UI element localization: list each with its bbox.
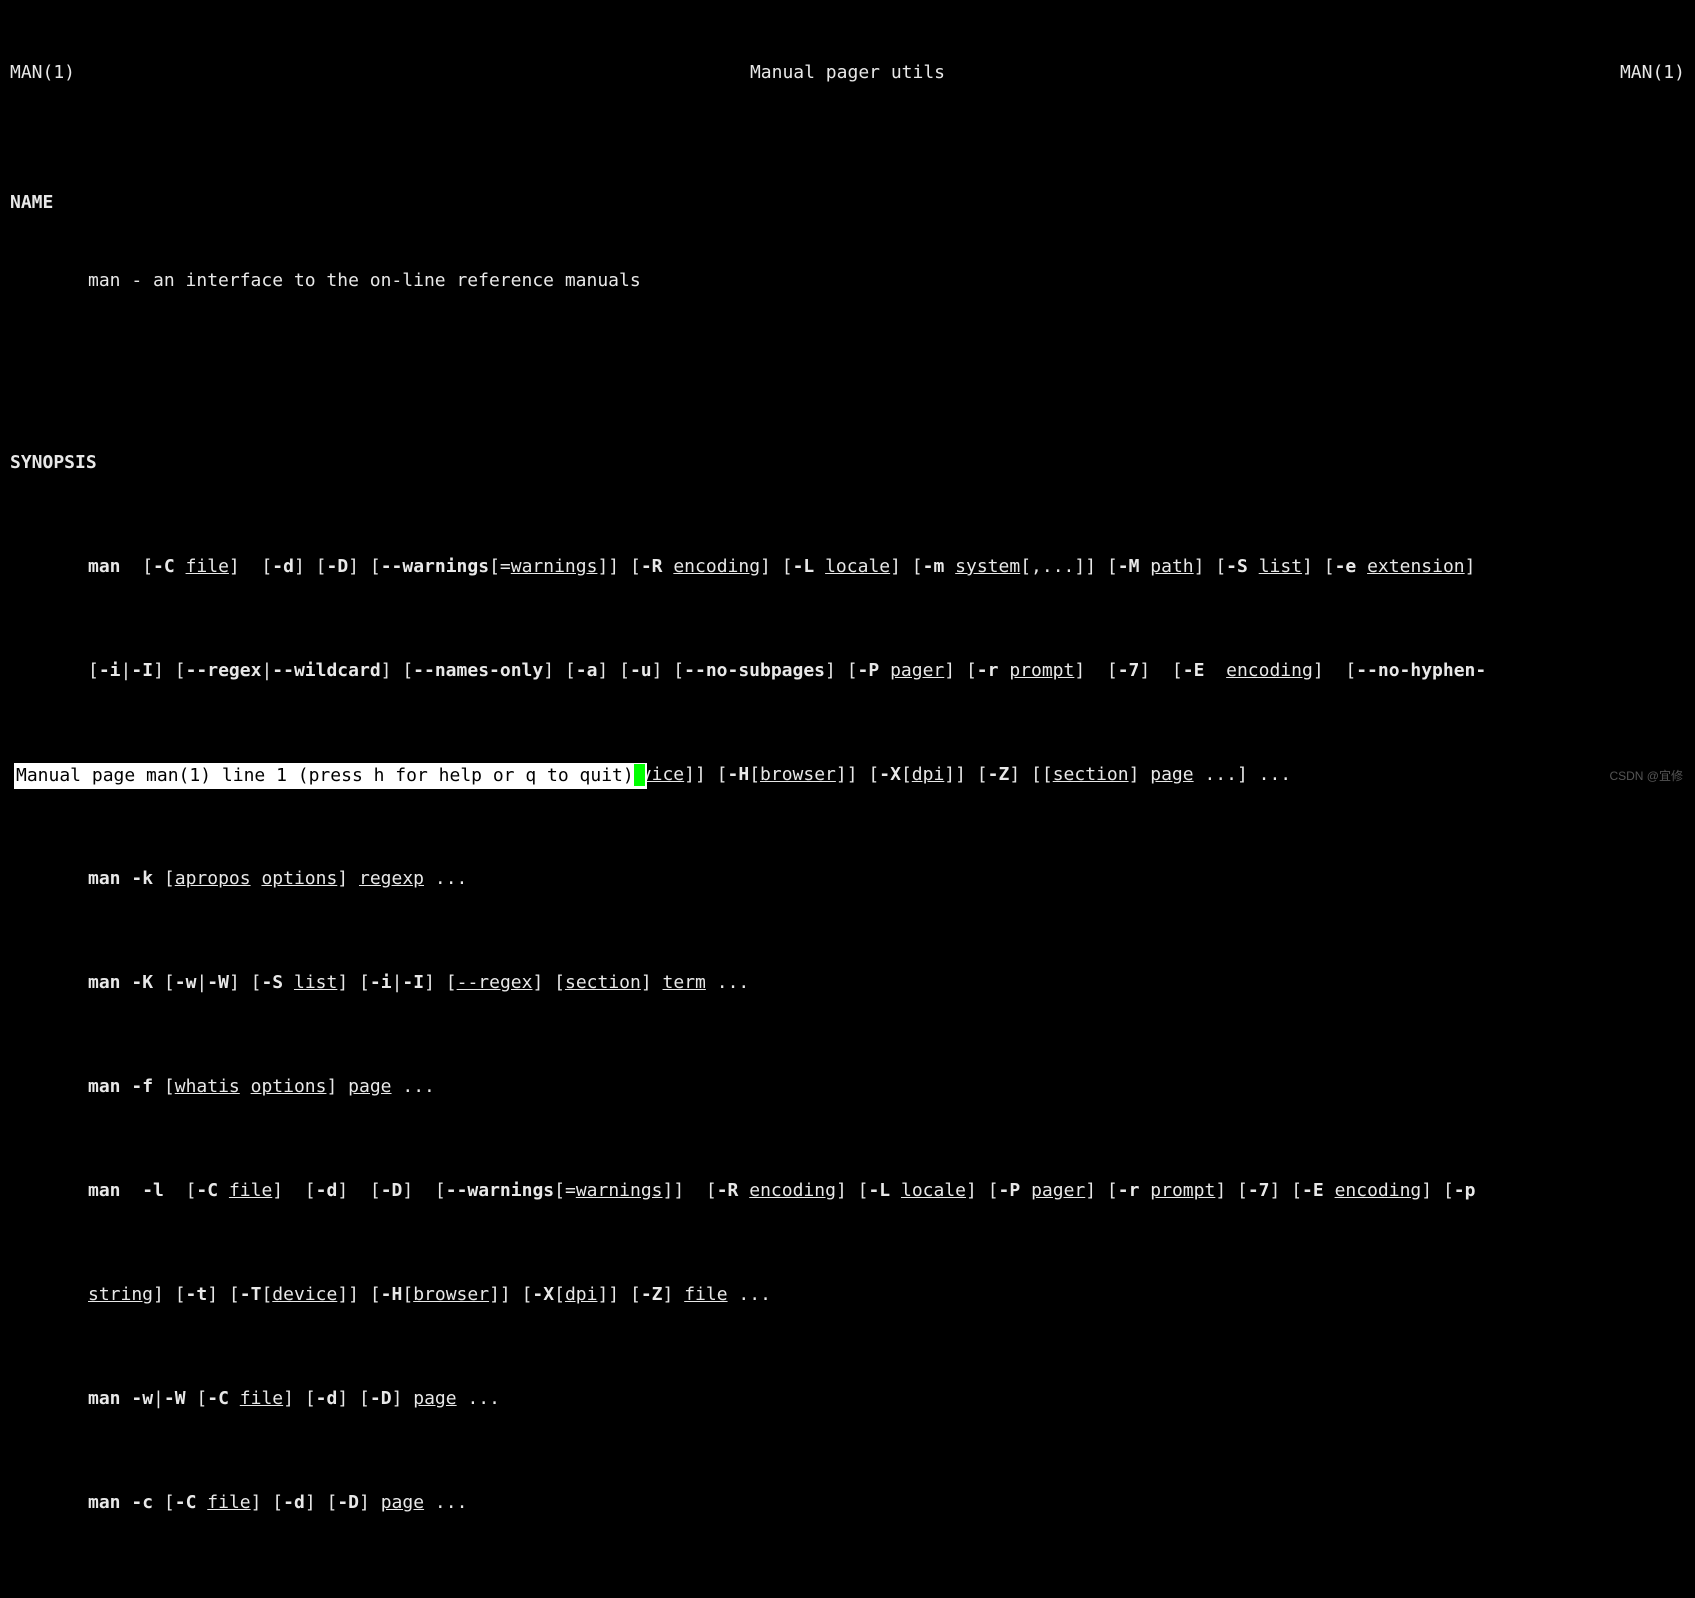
pager-status-line[interactable]: Manual page man(1) line 1 (press h for h… (14, 763, 647, 789)
synopsis-line-9: man -w|-W [-C file] [-d] [-D] page ... (10, 1386, 1685, 1412)
man-page[interactable]: MAN(1) Manual pager utils MAN(1) NAME ma… (0, 0, 1695, 1598)
synopsis-line-7: man -l [-C file] [-d] [-D] [--warnings[=… (10, 1178, 1685, 1204)
synopsis-line-11: man [-?V] (10, 1594, 1685, 1598)
cursor-block (634, 764, 645, 786)
header-center: Manual pager utils (750, 60, 945, 86)
section-synopsis-header: SYNOPSIS (10, 450, 1685, 476)
watermark: CSDN @宜修 (1609, 763, 1683, 789)
synopsis-line-10: man -c [-C file] [-d] [-D] page ... (10, 1490, 1685, 1516)
man-header: MAN(1) Manual pager utils MAN(1) (10, 60, 1685, 86)
synopsis-line-6: man -f [whatis options] page ... (10, 1074, 1685, 1100)
name-line: man - an interface to the on-line refere… (10, 268, 1685, 294)
synopsis-line-4: man -k [apropos options] regexp ... (10, 866, 1685, 892)
section-name-header: NAME (10, 190, 1685, 216)
header-right: MAN(1) (1620, 60, 1685, 86)
synopsis-line-2: [-i|-I] [--regex|--wildcard] [--names-on… (10, 658, 1685, 684)
header-left: MAN(1) (10, 60, 75, 86)
synopsis-line-1: man [-C file] [-d] [-D] [--warnings[=war… (10, 554, 1685, 580)
synopsis-line-8: string] [-t] [-T[device]] [-H[browser]] … (10, 1282, 1685, 1308)
synopsis-line-5: man -K [-w|-W] [-S list] [-i|-I] [--rege… (10, 970, 1685, 996)
